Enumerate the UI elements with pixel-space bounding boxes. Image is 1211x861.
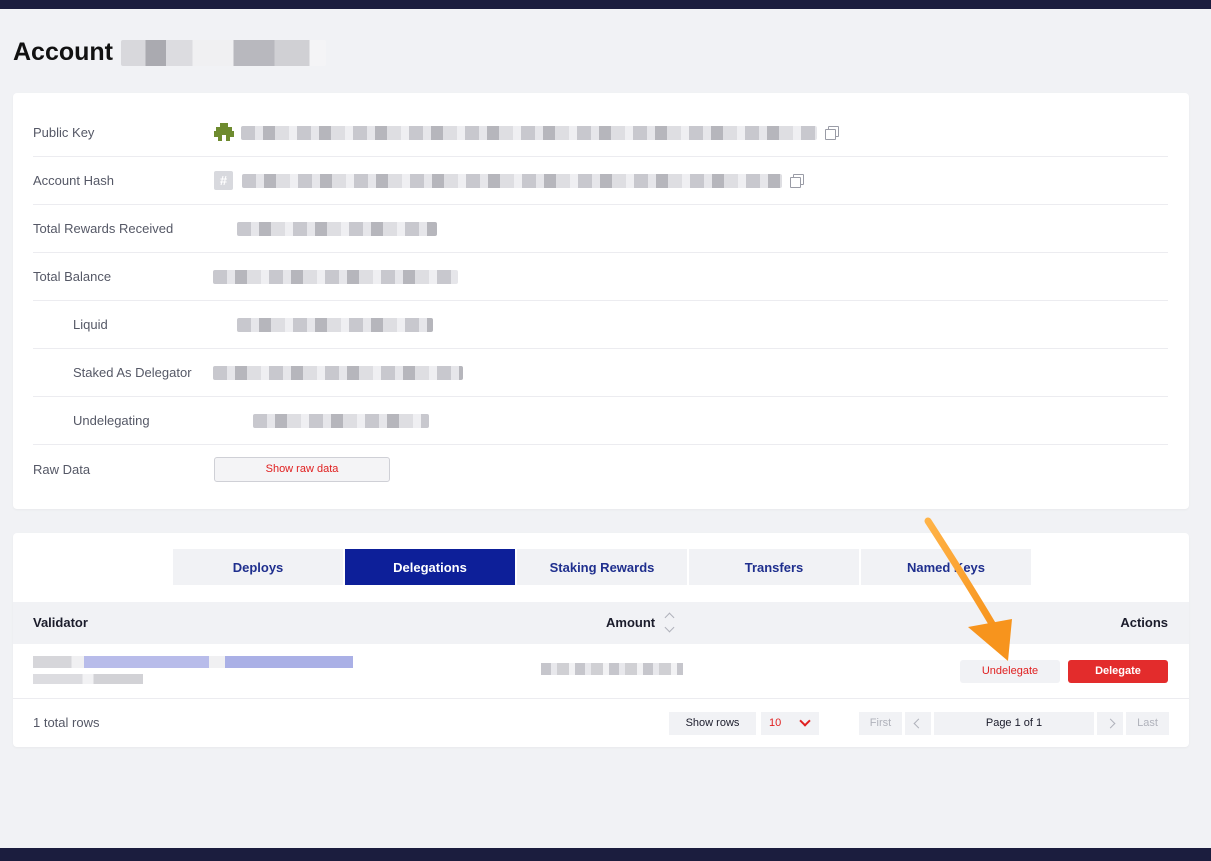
next-page-button[interactable] (1097, 712, 1123, 735)
identicon-icon (214, 122, 234, 143)
undelegating-row: Undelegating (33, 397, 1168, 445)
redacted-public-key (241, 125, 817, 140)
total-balance-label: Total Balance (33, 269, 112, 284)
undelegate-button[interactable]: Undelegate (960, 660, 1060, 683)
liquid-row: Liquid (33, 301, 1168, 349)
header-validator: Validator (33, 615, 88, 630)
hash-icon: # (214, 171, 233, 190)
staked-label: Staked As Delegator (73, 365, 192, 380)
redacted-staked (213, 365, 463, 380)
tab-transfers[interactable]: Transfers (689, 549, 859, 585)
undelegating-label: Undelegating (73, 413, 150, 428)
tab-deploys[interactable]: Deploys (173, 549, 343, 585)
tab-named-keys[interactable]: Named Keys (861, 549, 1031, 585)
liquid-label: Liquid (73, 317, 108, 332)
prev-page-button[interactable] (905, 712, 931, 735)
last-page-button[interactable]: Last (1126, 712, 1169, 735)
show-raw-data-button[interactable]: Show raw data (214, 456, 390, 482)
delegate-button[interactable]: Delegate (1068, 660, 1168, 683)
chevron-left-icon (913, 718, 923, 729)
total-rows: 1 total rows (33, 715, 100, 730)
total-balance-row: Total Balance (33, 253, 1168, 301)
account-info-card: Public Key Account Hash # Total Rewards … (13, 93, 1189, 509)
raw-data-row: Raw Data Show raw data (33, 445, 1168, 493)
redacted-undelegating (253, 413, 429, 428)
account-hash-label: Account Hash (33, 173, 114, 188)
first-page-button[interactable]: First (859, 712, 902, 735)
table-row: Undelegate Delegate (13, 644, 1189, 699)
account-hash-row: Account Hash # (33, 157, 1168, 205)
staked-row: Staked As Delegator (33, 349, 1168, 397)
chevron-down-icon (799, 715, 811, 727)
header-actions: Actions (1120, 615, 1168, 630)
total-rewards-label: Total Rewards Received (33, 221, 174, 236)
sort-icon[interactable] (663, 611, 677, 635)
copy-icon[interactable] (790, 173, 804, 188)
redacted-amount (541, 663, 683, 675)
public-key-label: Public Key (33, 125, 95, 140)
page-indicator: Page 1 of 1 (934, 712, 1094, 735)
page-title: Account (13, 38, 326, 67)
copy-icon[interactable] (825, 125, 839, 140)
top-bar (0, 0, 1211, 9)
redacted-total-balance (213, 269, 458, 284)
tab-staking-rewards[interactable]: Staking Rewards (517, 549, 687, 585)
redacted-validator-link[interactable] (33, 656, 353, 668)
table-footer: 1 total rows Show rows 10 First Page 1 o… (13, 699, 1189, 747)
rows-per-page-select[interactable]: 10 (761, 712, 819, 735)
public-key-row: Public Key (33, 109, 1168, 157)
chevron-right-icon (1105, 718, 1115, 729)
tab-delegations[interactable]: Delegations (345, 549, 515, 585)
delegations-card: Deploys Delegations Staking Rewards Tran… (13, 533, 1189, 747)
total-rewards-row: Total Rewards Received (33, 205, 1168, 253)
bottom-bar (0, 848, 1211, 861)
rows-per-page-value: 10 (769, 717, 782, 729)
redacted-account-hash (242, 173, 782, 188)
raw-data-label: Raw Data (33, 461, 91, 477)
redacted-validator-sub (33, 674, 143, 684)
table-header: Validator Amount Actions (13, 602, 1189, 644)
tab-bar: Deploys Delegations Staking Rewards Tran… (173, 549, 1031, 585)
show-rows-label: Show rows (669, 712, 756, 735)
redacted-account-name (121, 39, 326, 66)
header-amount[interactable]: Amount (606, 615, 655, 630)
redacted-liquid (237, 317, 433, 332)
redacted-total-rewards (237, 221, 437, 236)
